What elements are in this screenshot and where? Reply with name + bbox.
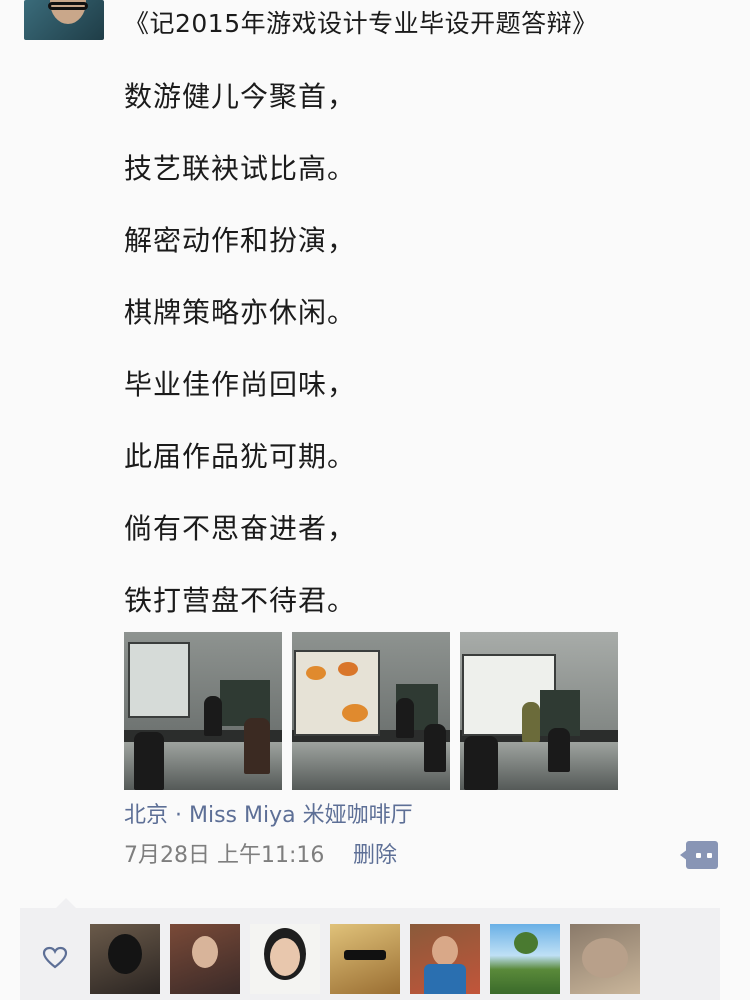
likes-panel-arrow — [56, 898, 76, 908]
poem-line: 此届作品犹可期。 — [124, 440, 357, 473]
liker-avatar[interactable] — [170, 924, 240, 994]
post-photo-3[interactable] — [460, 632, 618, 790]
post-photo-1[interactable] — [124, 632, 282, 790]
poem-line: 毕业佳作尚回味， — [124, 368, 357, 401]
liker-avatar[interactable] — [90, 924, 160, 994]
poem-line: 数游健儿今聚首， — [124, 80, 357, 113]
post-poem: 数游健儿今聚首， 技艺联袂试比高。 解密动作和扮演， 棋牌策略亦休闲。 毕业佳作… — [124, 74, 684, 650]
heart-icon — [42, 946, 68, 969]
delete-link[interactable]: 删除 — [353, 840, 397, 872]
poem-line: 技艺联袂试比高。 — [124, 152, 357, 185]
liker-avatar[interactable] — [570, 924, 640, 994]
liker-avatar[interactable] — [330, 924, 400, 994]
liker-avatar[interactable] — [410, 924, 480, 994]
liker-avatar[interactable] — [250, 924, 320, 994]
poem-line: 倘有不思奋进者， — [124, 512, 357, 545]
liker-avatar[interactable] — [490, 924, 560, 994]
poem-line: 棋牌策略亦休闲。 — [124, 296, 357, 329]
post-timestamp: 7月28日 上午11:16 — [124, 843, 325, 868]
photo-grid — [124, 632, 618, 790]
post-photo-2[interactable] — [292, 632, 450, 790]
comment-icon[interactable] — [680, 841, 718, 869]
post-location[interactable]: 北京 · Miss Miya 米娅咖啡厅 — [124, 800, 413, 832]
post-title: 《记2015年游戏设计专业毕设开题答辩》 — [124, 9, 598, 38]
likes-panel — [20, 898, 720, 1000]
avatar-glasses — [48, 2, 88, 10]
poem-line: 解密动作和扮演， — [124, 224, 357, 257]
author-avatar[interactable] — [24, 0, 104, 40]
